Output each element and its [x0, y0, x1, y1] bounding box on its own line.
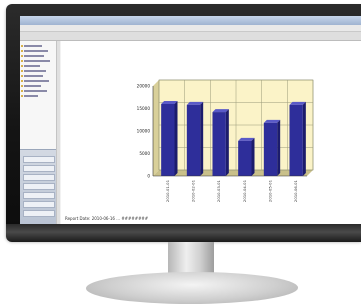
section-tab[interactable] [23, 174, 55, 181]
x-tick-label: 2010-06-01 [293, 179, 298, 202]
panel-splitter[interactable] [57, 41, 60, 226]
x-tick-label: 2010-04-01 [242, 179, 247, 202]
x-tick-label: 2010-02-01 [191, 179, 196, 202]
bar [161, 104, 175, 176]
tree-item[interactable] [24, 70, 46, 72]
bar-side [277, 119, 281, 176]
monitor-stand-base [83, 272, 301, 304]
folder-icon [21, 85, 23, 87]
folder-icon [21, 95, 23, 97]
tree-item[interactable] [24, 45, 42, 47]
x-tick-label: 2010-03-01 [216, 179, 221, 202]
section-tab[interactable] [23, 165, 55, 172]
tree-item[interactable] [24, 90, 47, 92]
tree-item[interactable] [24, 95, 38, 97]
y-tick-label: 20000 [137, 84, 151, 89]
y-tick-label: 0 [147, 174, 150, 179]
section-tab[interactable] [23, 183, 55, 190]
bar-side [251, 137, 255, 176]
folder-icon [21, 75, 23, 77]
x-tick-label: 2010-05-01 [268, 179, 273, 202]
tree-item[interactable] [24, 55, 44, 57]
y-tick-label: 10000 [137, 129, 151, 134]
toolbar[interactable] [20, 32, 361, 47]
monitor-screen: 20000 15000 10000 5000 0 2010-01-01 2010-02-01… [20, 16, 361, 226]
folder-icon [21, 55, 23, 57]
folder-icon [21, 90, 23, 92]
bar [186, 104, 201, 176]
folder-icon [21, 80, 23, 82]
bar-chart: 20000 15000 10000 5000 0 2010-01-01 2010-02-01… [137, 79, 314, 202]
folder-icon [21, 70, 23, 72]
menu-bar[interactable] [20, 25, 361, 40]
tree-item[interactable] [24, 80, 49, 82]
tree-item[interactable] [24, 85, 41, 87]
monitor-bezel-bottom [6, 224, 361, 242]
navigation-tree-panel[interactable] [20, 41, 57, 226]
folder-icon [21, 45, 23, 47]
section-tab[interactable] [23, 210, 55, 217]
tree-item[interactable] [24, 50, 48, 52]
monitor-scene: 20000 15000 10000 5000 0 2010-01-01 2010-02-01… [0, 0, 361, 308]
bar [289, 104, 303, 176]
window-titlebar [20, 16, 361, 25]
y-tick-label: 15000 [137, 106, 151, 111]
plot-side-wall [153, 80, 159, 176]
bar [238, 140, 252, 176]
section-tab[interactable] [23, 201, 55, 208]
folder-icon [21, 60, 23, 62]
folder-icon [21, 65, 23, 67]
section-tab[interactable] [23, 156, 55, 163]
tree-item[interactable] [24, 65, 40, 67]
bar [212, 112, 226, 176]
bar-side [200, 101, 204, 176]
bar-side [225, 109, 229, 176]
navigation-section-panel[interactable] [20, 149, 56, 226]
tree-item[interactable] [24, 75, 43, 77]
bar-side [302, 101, 306, 176]
x-tick-label: 2010-01-01 [165, 179, 170, 202]
report-date-text: Report Date: 2010-06-16 ... ######## [65, 216, 149, 221]
bar-side [174, 101, 178, 176]
folder-icon [21, 50, 23, 52]
y-tick-label: 5000 [139, 151, 150, 156]
report-chart-area: 20000 15000 10000 5000 0 2010-01-01 2010-02-01… [61, 41, 361, 226]
tree-item[interactable] [24, 60, 50, 62]
bar [263, 122, 278, 176]
section-tab[interactable] [23, 192, 55, 199]
